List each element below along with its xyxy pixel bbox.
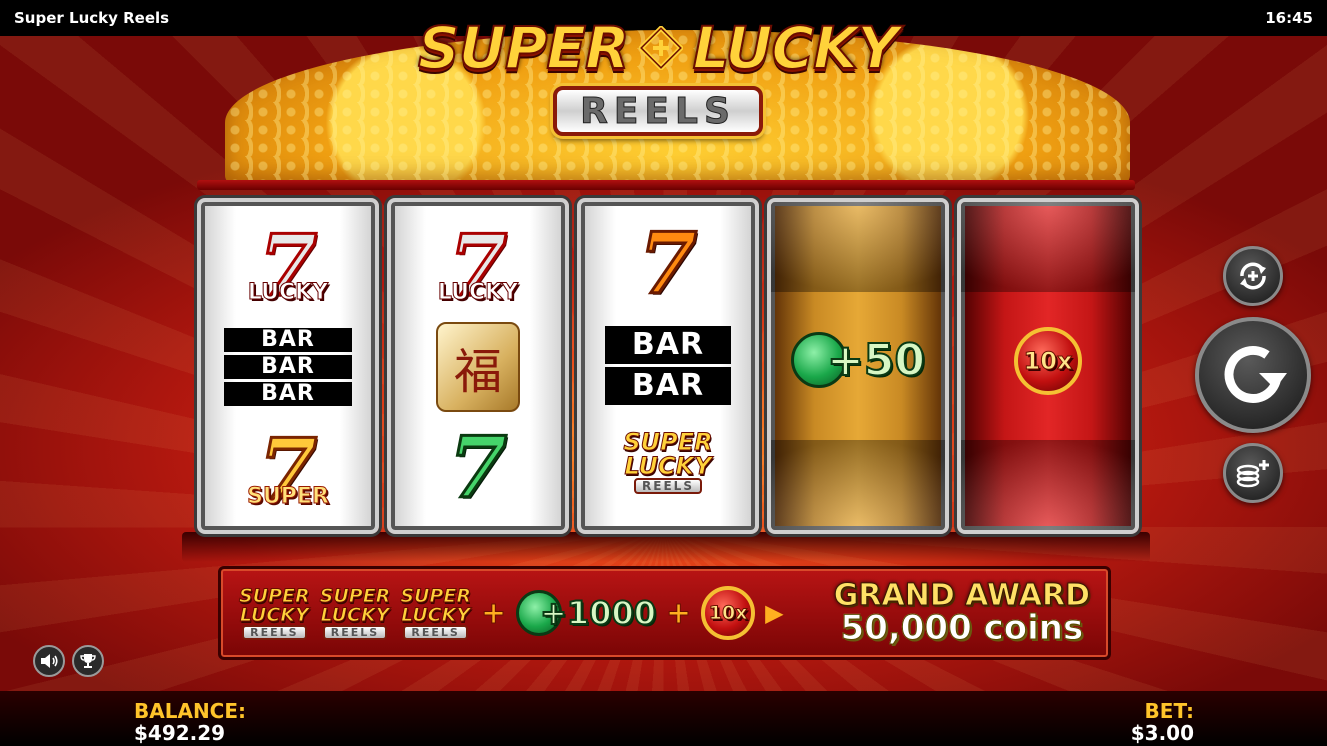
award-logo-symbol: SUPER LUCKY REELS [319, 584, 391, 640]
reel-2: 7 LUCKY 福 7 [387, 198, 569, 534]
multiplier-symbol: 10x [961, 327, 1135, 395]
bet-value: $3.00 [1130, 721, 1194, 745]
balance-label: BALANCE: [134, 699, 247, 723]
plus-sign: + [665, 595, 692, 631]
spin-icon [1224, 346, 1287, 403]
spin-button[interactable] [1195, 317, 1311, 433]
reel-shelf-bottom [182, 532, 1150, 562]
lucky-seven-symbol: 7 LUCKY [437, 216, 519, 315]
reel-4: +50 [767, 198, 949, 534]
green-seven-symbol: 7 [447, 418, 508, 517]
super-seven-symbol: 7 SUPER [247, 420, 330, 519]
logo-word-lucky: LUCKY [692, 13, 900, 83]
balance-value: $492.29 [134, 721, 226, 745]
plus-sign: + [480, 595, 507, 631]
fortune-tile-symbol: 福 [391, 322, 565, 412]
reel-3: 7 BAR BAR SUPER LUCKY REELS [577, 198, 759, 534]
bar-block: BAR [224, 382, 352, 406]
autoplay-button[interactable] [1223, 246, 1283, 306]
clock: 16:45 [1265, 9, 1313, 27]
game-logo: SUPER LUCKY REELS [408, 13, 908, 154]
trophy-button[interactable] [72, 645, 104, 677]
autoplay-icon [1240, 262, 1266, 290]
logo-reels-badge: REELS [553, 86, 763, 136]
app-title: Super Lucky Reels [14, 9, 170, 27]
bar-block: BAR [605, 367, 731, 405]
double-bar-symbol: BAR BAR [581, 326, 755, 405]
triple-bar-symbol: BAR BAR BAR [201, 328, 375, 406]
coin-bonus-symbol: +50 [771, 332, 945, 388]
bar-block: BAR [224, 328, 352, 352]
bet-display[interactable]: BET: $3.00 [1131, 700, 1194, 744]
status-bar: BALANCE: $492.29 BET: $3.00 [0, 691, 1327, 746]
logo-word-super: SUPER [417, 13, 631, 83]
bar-block: BAR [224, 355, 352, 379]
balance-display: BALANCE: $492.29 [134, 700, 246, 744]
arrow-icon: ▶ [765, 599, 784, 627]
award-multiplier: 10x [701, 586, 756, 640]
super-lucky-logo-symbol: SUPER LUCKY REELS [623, 428, 713, 494]
reel-1: 7 LUCKY BAR BAR BAR 7 SUPER [197, 198, 379, 534]
endless-knot-icon [637, 24, 684, 72]
reel-5: 10x [957, 198, 1139, 534]
speaker-icon [41, 654, 58, 668]
grand-award-value: 50,000 coins [840, 608, 1084, 648]
reel-shelf-top [197, 180, 1135, 190]
bet-settings-button[interactable] [1223, 443, 1283, 503]
award-logo-symbol: SUPER LUCKY REELS [400, 584, 471, 640]
bet-label: BET: [1144, 699, 1194, 723]
sound-button[interactable] [33, 645, 65, 677]
grand-award: GRAND AWARD 50,000 coins [833, 578, 1090, 648]
trophy-icon [80, 654, 96, 668]
orange-seven-symbol: 7 [637, 214, 698, 313]
award-coin-bonus: +1000 [516, 590, 657, 636]
coin-stack-plus-icon [1236, 460, 1269, 488]
lucky-seven-symbol: 7 LUCKY [247, 216, 329, 315]
grand-award-paytable: SUPER LUCKY REELS SUPER LUCKY REELS SUPE… [218, 566, 1111, 660]
bar-block: BAR [605, 326, 731, 364]
grand-award-title: GRAND AWARD [833, 578, 1090, 613]
award-logo-symbol: SUPER LUCKY REELS [239, 584, 310, 640]
